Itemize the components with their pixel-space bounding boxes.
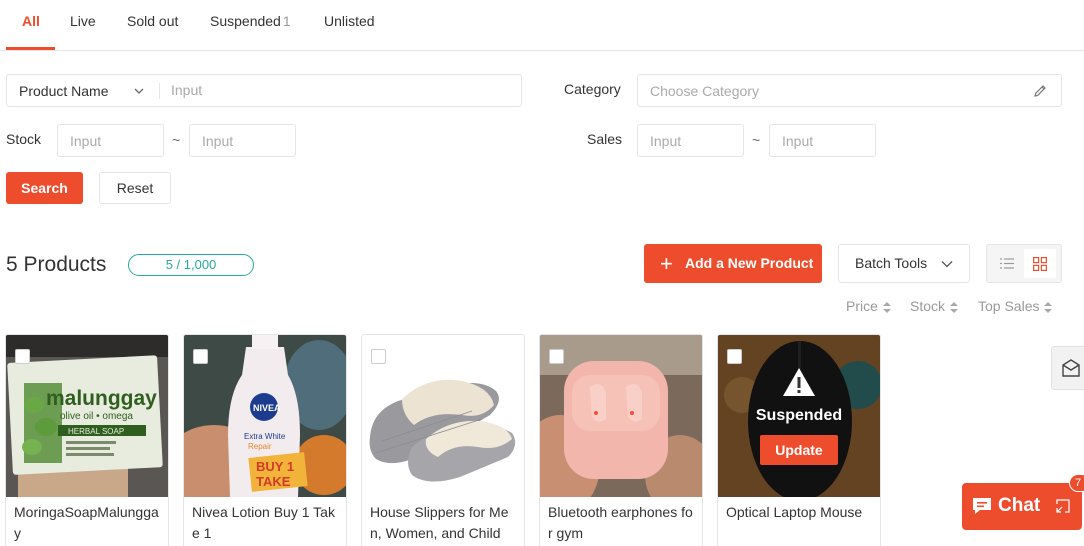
- status-tabs: All Live Sold out Suspended 1 Unlisted: [0, 0, 1084, 51]
- active-tab-indicator: [6, 47, 55, 50]
- suspended-overlay: Suspended Update: [718, 335, 880, 497]
- svg-text:BUY 1: BUY 1: [256, 459, 294, 474]
- chevron-down-icon: [134, 88, 144, 94]
- product-name: Optical Laptop Mouse: [726, 504, 863, 520]
- product-image-bluetooth-earphones: [540, 335, 702, 497]
- products-count-title: 5 Products: [6, 253, 107, 276]
- search-type-value: Product Name: [19, 83, 109, 99]
- category-select[interactable]: Choose Category: [637, 74, 1062, 107]
- sort-arrows-icon: [950, 301, 959, 313]
- tab-suspended[interactable]: Suspended 1: [210, 13, 291, 50]
- sales-max-input[interactable]: Input: [769, 124, 876, 157]
- range-separator: ~: [172, 132, 181, 148]
- add-new-product-label: Add a New Product: [685, 255, 814, 271]
- stock-max-input[interactable]: Input: [189, 124, 296, 157]
- sales-max-placeholder: Input: [782, 133, 814, 149]
- product-select-checkbox[interactable]: [15, 349, 30, 364]
- sort-arrows-icon: [1044, 301, 1053, 313]
- svg-text:Extra White: Extra White: [244, 432, 286, 441]
- product-select-checkbox[interactable]: [193, 349, 208, 364]
- chat-unread-badge: 7: [1069, 474, 1084, 492]
- reset-button[interactable]: Reset: [99, 172, 171, 204]
- tab-suspended-label: Suspended: [210, 13, 281, 29]
- tab-sold-out[interactable]: Sold out: [127, 13, 178, 50]
- stock-max-placeholder: Input: [202, 133, 234, 149]
- product-card[interactable]: House Slippers for Men, Women, and Child…: [361, 334, 525, 546]
- view-mode-toggle: [986, 244, 1062, 283]
- product-card[interactable]: malunggay olive oil • omega HERBAL SOAP …: [5, 334, 169, 546]
- sort-stock[interactable]: Stock: [910, 298, 959, 314]
- product-name: House Slippers for Men, Women, and Child…: [370, 504, 509, 541]
- batch-tools-button[interactable]: Batch Tools: [838, 244, 970, 283]
- search-button[interactable]: Search: [6, 172, 83, 204]
- grid-view-button[interactable]: [1024, 249, 1056, 278]
- stock-min-input[interactable]: Input: [57, 124, 164, 157]
- add-new-product-button[interactable]: + Add a New Product: [644, 244, 822, 283]
- expand-icon: [1056, 499, 1070, 513]
- pencil-icon: [1034, 85, 1046, 97]
- product-name: Bluetooth earphones for gym: [548, 504, 693, 541]
- floating-notification-button[interactable]: [1051, 346, 1084, 390]
- update-button[interactable]: Update: [760, 435, 838, 465]
- svg-text:Repair: Repair: [248, 442, 272, 451]
- tab-unlisted[interactable]: Unlisted: [324, 13, 375, 50]
- svg-text:malunggay: malunggay: [46, 387, 157, 410]
- list-view-button[interactable]: [991, 249, 1023, 278]
- sales-min-input[interactable]: Input: [637, 124, 744, 157]
- svg-text:olive oil • omega: olive oil • omega: [60, 411, 133, 422]
- product-select-checkbox[interactable]: [549, 349, 564, 364]
- sort-top-sales[interactable]: Top Sales: [978, 298, 1053, 314]
- plus-icon: +: [660, 251, 673, 276]
- category-label: Category: [564, 81, 621, 97]
- chat-label: Chat: [998, 495, 1041, 516]
- product-card[interactable]: NIVEA Extra White Repair BUY 1 TAKE Nive…: [183, 334, 347, 546]
- sales-min-placeholder: Input: [650, 133, 682, 149]
- product-quota-badge: 5 / 1,000: [128, 254, 254, 276]
- sort-price-label: Price: [846, 298, 878, 314]
- svg-text:HERBAL SOAP: HERBAL SOAP: [68, 427, 124, 436]
- search-type-select[interactable]: Product Name: [7, 75, 159, 106]
- product-name: Nivea Lotion Buy 1 Take 1: [192, 504, 335, 541]
- sort-price[interactable]: Price: [846, 298, 891, 314]
- product-image-nivea-lotion: NIVEA Extra White Repair BUY 1 TAKE: [184, 335, 346, 497]
- warning-icon: [783, 368, 815, 396]
- product-card[interactable]: Suspended Update Optical Laptop Mouse: [717, 334, 881, 546]
- suspended-status-text: Suspended: [755, 407, 843, 424]
- grid-icon: [1033, 257, 1047, 271]
- search-input-placeholder: Input: [171, 82, 203, 98]
- product-image-house-slippers: [362, 335, 524, 497]
- search-input[interactable]: Input: [160, 75, 521, 106]
- svg-text:TAKE: TAKE: [256, 474, 291, 489]
- chevron-down-icon: [941, 261, 953, 268]
- chat-bubble-icon: [973, 498, 991, 514]
- tab-live[interactable]: Live: [70, 13, 96, 50]
- product-card[interactable]: Bluetooth earphones for gym: [539, 334, 703, 546]
- chat-button[interactable]: Chat: [962, 483, 1082, 530]
- range-separator: ~: [752, 132, 761, 148]
- tab-suspended-count: 1: [282, 13, 291, 29]
- sort-arrows-icon: [882, 301, 891, 313]
- product-select-checkbox[interactable]: [727, 349, 742, 364]
- tab-all[interactable]: All: [22, 13, 40, 50]
- category-placeholder: Choose Category: [650, 83, 759, 99]
- list-icon: [1000, 258, 1014, 269]
- product-name: MoringaSoapMalunggay: [14, 504, 159, 541]
- product-image-moringa-soap: malunggay olive oil • omega HERBAL SOAP: [6, 335, 168, 497]
- product-search-field: Product Name Input: [6, 74, 522, 107]
- sort-top-sales-label: Top Sales: [978, 298, 1040, 314]
- batch-tools-label: Batch Tools: [855, 255, 928, 271]
- sales-label: Sales: [587, 131, 623, 147]
- product-select-checkbox[interactable]: [371, 349, 386, 364]
- svg-text:NIVEA: NIVEA: [253, 403, 281, 413]
- sort-stock-label: Stock: [910, 298, 946, 314]
- inbox-icon: [1062, 359, 1080, 377]
- stock-label: Stock: [6, 131, 42, 147]
- stock-min-placeholder: Input: [70, 133, 102, 149]
